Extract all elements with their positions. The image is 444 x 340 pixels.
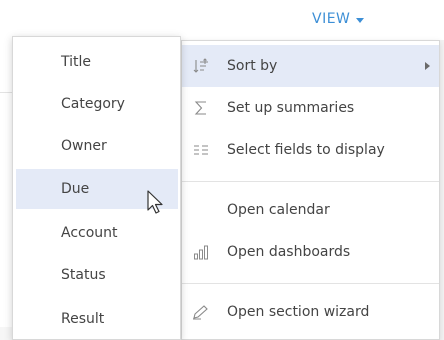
sort-option-label: Owner — [61, 138, 107, 154]
menu-item-select-fields[interactable]: Select fields to display — [182, 129, 439, 171]
menu-item-label: Select fields to display — [227, 142, 385, 158]
view-button[interactable]: VIEW — [312, 6, 365, 32]
sort-option-account[interactable]: Account — [16, 213, 178, 253]
sort-option-result[interactable]: Result — [16, 299, 178, 339]
pencil-icon — [192, 303, 210, 321]
menu-item-label: Open dashboards — [227, 244, 351, 260]
view-menu: Sort by Set up summaries Select fields t… — [181, 40, 440, 340]
menu-item-label: Sort by — [227, 58, 278, 74]
menu-item-label: Set up summaries — [227, 100, 355, 116]
bar-chart-icon — [192, 243, 210, 261]
menu-item-label: Open section wizard — [227, 304, 370, 320]
sort-option-label: Status — [61, 267, 106, 283]
menu-item-open-calendar[interactable]: Open calendar — [182, 189, 439, 231]
sort-option-status[interactable]: Status — [16, 255, 178, 295]
background-scroll-area — [440, 40, 444, 340]
sort-option-category[interactable]: Category — [16, 84, 178, 124]
view-button-label: VIEW — [312, 11, 351, 27]
menu-item-set-up-summaries[interactable]: Set up summaries — [182, 87, 439, 129]
sigma-icon — [192, 99, 210, 117]
menu-item-label: Open calendar — [227, 202, 330, 218]
menu-divider — [182, 181, 439, 182]
sort-by-submenu: Title Category Owner Due Account Status … — [12, 36, 181, 340]
sort-option-title[interactable]: Title — [16, 42, 178, 82]
sort-option-label: Account — [61, 225, 118, 241]
menu-divider — [182, 283, 439, 284]
menu-item-open-section-wizard[interactable]: Open section wizard — [182, 291, 439, 333]
sort-option-owner[interactable]: Owner — [16, 126, 178, 166]
mouse-pointer-icon — [147, 190, 163, 214]
menu-item-sort-by[interactable]: Sort by — [182, 45, 439, 87]
sort-option-label: Title — [61, 54, 92, 70]
sort-option-label: Result — [61, 311, 105, 327]
caret-down-icon — [356, 17, 365, 23]
menu-item-open-dashboards[interactable]: Open dashboards — [182, 231, 439, 273]
sort-icon — [192, 57, 210, 75]
fields-list-icon — [192, 141, 210, 159]
sort-option-label: Due — [61, 181, 90, 197]
chevron-right-icon — [425, 62, 430, 70]
sort-option-label: Category — [61, 96, 125, 112]
